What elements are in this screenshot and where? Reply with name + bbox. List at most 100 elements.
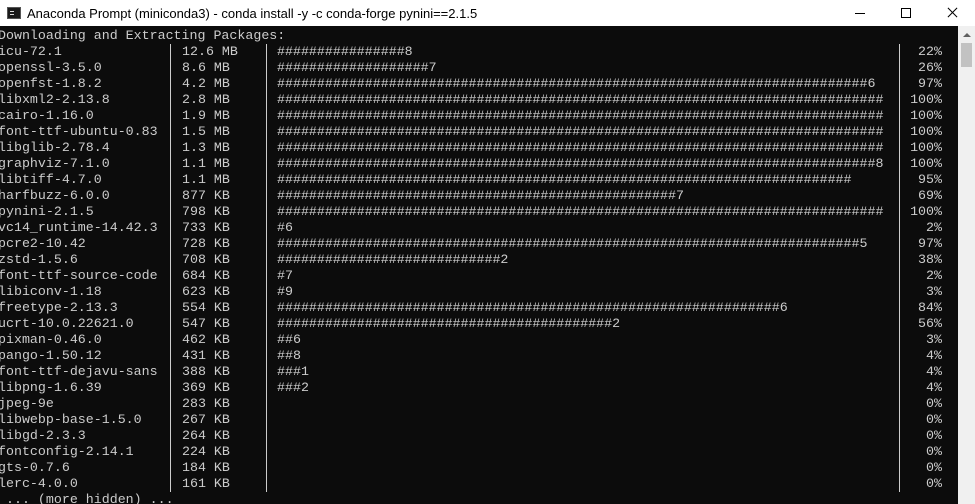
column-separator [170,316,171,332]
package-name: icu-72.1 [0,44,62,59]
column-separator [266,380,267,396]
package-size: 267 KB [182,412,230,427]
package-row: pango-1.50.12 431 KB ##8 4% [0,348,958,364]
package-row: pcre2-10.42 728 KB #######################… [0,236,958,252]
package-size: 388 KB [182,364,230,379]
package-name: ucrt-10.0.22621.0 [0,316,134,331]
package-row: libgd-2.3.3 264 KB 0% [0,428,958,444]
terminal-icon[interactable] [7,7,21,19]
column-separator [266,124,267,140]
package-row: freetype-2.13.3 554 KB ###################… [0,300,958,316]
progress-percent: 95% [918,172,942,187]
column-separator [266,348,267,364]
package-name: font-ttf-source-code [0,268,158,283]
progress-percent: 22% [918,44,942,59]
package-row: font-ttf-dejavu-sans 388 KB ###1 4% [0,364,958,380]
progress-bar: ############################2 [277,252,509,267]
column-separator [170,460,171,476]
column-separator [170,108,171,124]
progress-percent: 100% [910,124,942,139]
package-row: libwebp-base-1.5.0 267 KB 0% [0,412,958,428]
column-separator [170,220,171,236]
column-separator [266,76,267,92]
column-separator [170,60,171,76]
package-name: freetype-2.13.3 [0,300,118,315]
column-separator [266,412,267,428]
window-title: Anaconda Prompt (miniconda3) - conda ins… [27,5,478,21]
package-size: 12.6 MB [182,44,238,59]
console-footer: ... (more hidden) ... [0,492,174,504]
progress-bar: ########################################… [277,156,884,171]
progress-bar: ########################################… [277,316,621,331]
progress-percent: 97% [918,236,942,251]
progress-bar: ###################7 [277,60,437,75]
column-separator [266,428,267,444]
package-row: pixman-0.46.0 462 KB ##6 3% [0,332,958,348]
package-row: icu-72.1 12.6 MB ################8 22% [0,44,958,60]
console-output[interactable]: Downloading and Extracting Packages: icu… [0,26,958,504]
scroll-thumb[interactable] [961,43,972,67]
column-separator [266,44,267,60]
column-separator [266,364,267,380]
package-row: libxml2-2.13.8 2.8 MB ####################… [0,92,958,108]
progress-percent: 0% [926,476,942,491]
package-name: libxml2-2.13.8 [0,92,110,107]
package-size: 4.2 MB [182,76,230,91]
progress-percent: 100% [910,140,942,155]
package-name: fontconfig-2.14.1 [0,444,134,459]
package-row: libpng-1.6.39 369 KB ###2 4% [0,380,958,396]
close-icon[interactable] [929,0,975,26]
column-separator [266,156,267,172]
package-size: 369 KB [182,380,230,395]
package-row: zstd-1.5.6 708 KB ########################… [0,252,958,268]
column-separator [266,316,267,332]
package-size: 728 KB [182,236,230,251]
package-size: 554 KB [182,300,230,315]
progress-bar: ########################################… [277,140,884,155]
package-name: libiconv-1.18 [0,284,102,299]
package-name: lerc-4.0.0 [0,476,78,491]
progress-bar: #7 [277,268,293,283]
package-size: 1.9 MB [182,108,230,123]
package-name: graphviz-7.1.0 [0,156,110,171]
package-row: ucrt-10.0.22621.0 547 KB #################… [0,316,958,332]
package-name: pango-1.50.12 [0,348,102,363]
maximize-icon[interactable] [883,0,929,26]
progress-bar: ########################################… [277,92,884,107]
column-separator [170,380,171,396]
package-size: 547 KB [182,316,230,331]
column-separator [266,252,267,268]
package-size: 623 KB [182,284,230,299]
progress-percent: 2% [926,220,942,235]
package-name: zstd-1.5.6 [0,252,78,267]
column-separator [266,108,267,124]
progress-percent: 56% [918,316,942,331]
package-name: pynini-2.1.5 [0,204,94,219]
column-separator [266,332,267,348]
progress-bar: ##6 [277,332,301,347]
column-separator [170,428,171,444]
column-separator [266,444,267,460]
progress-percent: 3% [926,284,942,299]
progress-bar: ################8 [277,44,413,59]
progress-percent: 100% [910,108,942,123]
progress-percent: 4% [926,348,942,363]
package-row: font-ttf-ubuntu-0.83 1.5 MB ##############… [0,124,958,140]
scroll-up-icon[interactable] [958,26,975,43]
column-separator [170,332,171,348]
progress-bar: ########################################… [277,108,884,123]
column-separator [170,252,171,268]
progress-percent: 2% [926,268,942,283]
package-size: 1.1 MB [182,156,230,171]
title-bar[interactable]: Anaconda Prompt (miniconda3) - conda ins… [0,0,975,26]
progress-percent: 0% [926,412,942,427]
column-separator [266,60,267,76]
progress-bar: ###2 [277,380,309,395]
minimize-icon[interactable] [837,0,883,26]
vertical-scrollbar[interactable] [958,26,975,504]
column-separator [170,268,171,284]
package-size: 2.8 MB [182,92,230,107]
terminal-window: Anaconda Prompt (miniconda3) - conda ins… [0,0,975,504]
package-name: libwebp-base-1.5.0 [0,412,142,427]
progress-percent: 69% [918,188,942,203]
